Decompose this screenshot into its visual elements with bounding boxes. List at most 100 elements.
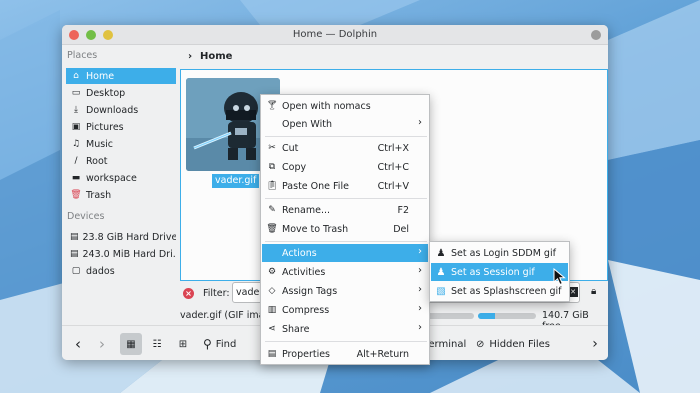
back-icon[interactable]: ‹ bbox=[68, 333, 88, 355]
sidebar-item-device-3[interactable]: ▢ dados bbox=[66, 263, 176, 279]
find-button[interactable]: ⚲ Find bbox=[203, 333, 251, 355]
compress-icon: ▥ bbox=[267, 305, 277, 315]
desktop-icon: ▭ bbox=[71, 88, 81, 98]
menu-item-rename[interactable]: ✎ Rename... F2 bbox=[262, 201, 428, 219]
menu-item-assign-tags[interactable]: ◇ Assign Tags › bbox=[262, 282, 428, 300]
user-icon: ♟ bbox=[436, 247, 446, 259]
find-label: Find bbox=[215, 338, 237, 350]
sidebar-item-label: Downloads bbox=[86, 104, 139, 116]
menu-separator bbox=[265, 341, 427, 342]
menu-item-properties[interactable]: ▤ Properties Alt+Return bbox=[262, 345, 428, 363]
sidebar-item-trash[interactable]: 🗑 Trash bbox=[66, 187, 176, 203]
sidebar-item-workspace[interactable]: ▬ workspace bbox=[66, 170, 176, 186]
trash-icon: 🗑︎ bbox=[266, 224, 278, 234]
sidebar-item-label: 23.8 GiB Hard Drive bbox=[82, 231, 176, 243]
terminal-button[interactable]: Terminal bbox=[424, 333, 467, 355]
more-toolbar-icon[interactable]: › bbox=[588, 333, 602, 355]
sidebar-item-device-2[interactable]: ▤ 243.0 MiB Hard Dri... bbox=[66, 246, 176, 262]
menu-item-actions[interactable]: Actions › bbox=[262, 244, 428, 262]
chevron-right-icon: › bbox=[418, 117, 422, 128]
menu-item-label: Activities bbox=[282, 266, 326, 278]
places-header: Places bbox=[67, 50, 98, 61]
menu-separator bbox=[265, 241, 427, 242]
trash-icon: 🗑 bbox=[70, 190, 82, 200]
compact-view-button[interactable]: ☷ bbox=[146, 333, 168, 355]
submenu-item-session[interactable]: ♟ Set as Session gif bbox=[431, 263, 568, 281]
cut-icon: ✂ bbox=[268, 143, 276, 153]
sidebar-item-label: Desktop bbox=[86, 87, 126, 99]
titlebar[interactable]: Home — Dolphin bbox=[62, 25, 608, 45]
menu-item-share[interactable]: ⋖ Share › bbox=[262, 320, 428, 338]
menu-item-shortcut: Ctrl+V bbox=[377, 180, 409, 192]
pin-window-button[interactable] bbox=[591, 30, 601, 40]
submenu-item-splashscreen[interactable]: ▧ Set as Splashscreen gif bbox=[431, 282, 568, 300]
pictures-icon: ▣ bbox=[71, 122, 81, 132]
sidebar-item-pictures[interactable]: ▣ Pictures bbox=[66, 119, 176, 135]
menu-item-shortcut: Ctrl+X bbox=[377, 142, 409, 154]
menu-separator bbox=[265, 198, 427, 199]
menu-item-shortcut: Del bbox=[393, 223, 409, 235]
menu-item-label: Properties bbox=[282, 348, 331, 360]
menu-item-label: Open With bbox=[282, 118, 332, 130]
menu-item-cut[interactable]: ✂ Cut Ctrl+X bbox=[262, 139, 428, 157]
menu-item-shortcut: F2 bbox=[397, 204, 409, 216]
sidebar-item-device-1[interactable]: ▤ 23.8 GiB Hard Drive bbox=[66, 229, 176, 245]
submenu-item-login-sddm[interactable]: ♟ Set as Login SDDM gif bbox=[431, 244, 568, 262]
file-name-label[interactable]: vader.gif bbox=[212, 174, 260, 188]
home-icon: ⌂ bbox=[73, 71, 79, 81]
menu-item-paste[interactable]: 📋︎ Paste One File Ctrl+V bbox=[262, 177, 428, 195]
user-icon: ♟ bbox=[436, 266, 446, 278]
chevron-right-icon: › bbox=[418, 322, 422, 333]
sidebar-item-label: Root bbox=[86, 155, 108, 167]
menu-item-label: Paste One File bbox=[282, 180, 349, 192]
menu-item-open-with-nomacs[interactable]: 🍸︎ Open with nomacs bbox=[262, 97, 428, 115]
forward-icon[interactable]: › bbox=[92, 333, 112, 355]
chevron-right-icon: › bbox=[418, 284, 422, 295]
close-filter-icon[interactable]: × bbox=[183, 288, 194, 299]
menu-item-activities[interactable]: ⚙ Activities › bbox=[262, 263, 428, 281]
details-view-button[interactable]: ⊞ bbox=[172, 333, 194, 355]
chevron-right-icon[interactable]: › bbox=[180, 51, 200, 62]
submenu-item-label: Set as Splashscreen gif bbox=[451, 285, 562, 297]
menu-item-label: Compress bbox=[282, 304, 330, 316]
menu-item-compress[interactable]: ▥ Compress › bbox=[262, 301, 428, 319]
tag-icon: ◇ bbox=[268, 286, 276, 296]
root-icon: / bbox=[74, 156, 78, 166]
menu-item-open-with[interactable]: Open With › bbox=[262, 115, 428, 133]
sidebar-item-home[interactable]: ⌂ Home bbox=[66, 68, 176, 84]
menu-item-shortcut: Alt+Return bbox=[356, 348, 409, 360]
menu-item-copy[interactable]: ⧉ Copy Ctrl+C bbox=[262, 158, 428, 176]
submenu-item-label: Set as Session gif bbox=[451, 266, 535, 278]
chevron-right-icon: › bbox=[418, 246, 422, 257]
sidebar-item-desktop[interactable]: ▭ Desktop bbox=[66, 85, 176, 101]
context-menu: 🍸︎ Open with nomacs Open With › ✂ Cut Ct… bbox=[260, 94, 430, 365]
menu-item-move-to-trash[interactable]: 🗑︎ Move to Trash Del bbox=[262, 220, 428, 238]
sidebar-item-music[interactable]: ♫ Music bbox=[66, 136, 176, 152]
menu-item-label: Open with nomacs bbox=[282, 100, 371, 112]
breadcrumb-current[interactable]: Home bbox=[200, 51, 232, 62]
lock-icon[interactable]: 🔒︎ bbox=[591, 286, 596, 297]
submenu-item-label: Set as Login SDDM gif bbox=[451, 247, 556, 259]
icons-view-button[interactable]: ▦ bbox=[120, 333, 142, 355]
zoom-slider[interactable] bbox=[424, 313, 474, 319]
menu-item-label: Assign Tags bbox=[282, 285, 338, 297]
terminal-label: Terminal bbox=[424, 338, 467, 350]
sidebar-item-label: Trash bbox=[86, 189, 112, 201]
details-view-icon: ⊞ bbox=[178, 338, 188, 350]
chevron-right-icon: › bbox=[418, 303, 422, 314]
image-icon: ▧ bbox=[436, 285, 446, 297]
sidebar-item-label: workspace bbox=[86, 172, 137, 184]
harddrive-icon: ▤ bbox=[70, 232, 79, 242]
filter-label: Filter: bbox=[203, 288, 230, 299]
devices-header: Devices bbox=[67, 211, 105, 222]
sidebar-item-label: Home bbox=[86, 70, 115, 82]
sidebar-item-downloads[interactable]: ⤓ Downloads bbox=[66, 102, 176, 118]
music-icon: ♫ bbox=[71, 139, 81, 149]
hidden-files-button[interactable]: ⊘ Hidden Files bbox=[476, 333, 556, 355]
breadcrumb[interactable]: › Home bbox=[180, 48, 233, 64]
sidebar-item-root[interactable]: / Root bbox=[66, 153, 176, 169]
rename-icon: ✎ bbox=[268, 205, 276, 215]
menu-item-label: Copy bbox=[282, 161, 307, 173]
chevron-right-icon: › bbox=[418, 265, 422, 276]
paste-icon: 📋︎ bbox=[266, 181, 278, 191]
